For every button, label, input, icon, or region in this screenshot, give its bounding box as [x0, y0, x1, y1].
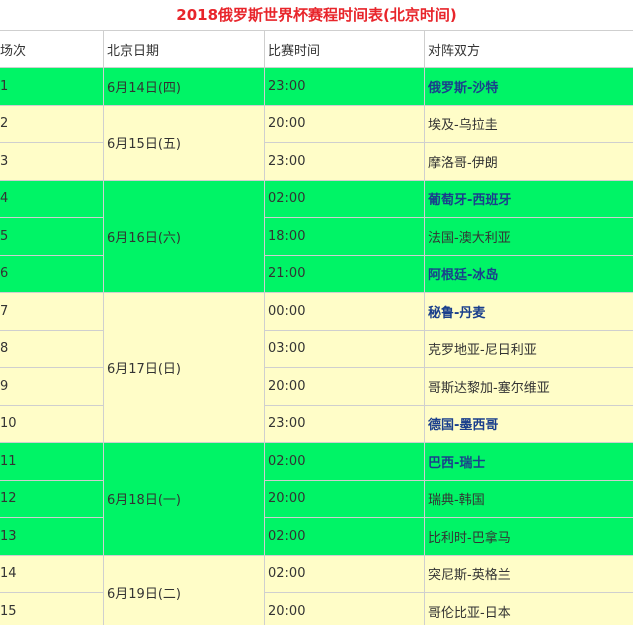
table-row: 12 20:00 瑞典-韩国 [0, 479, 633, 518]
table-row: 3 23:00 摩洛哥-伊朗 [0, 142, 633, 181]
schedule-table: 场次 北京日期 比赛时间 对阵双方 1 6月14日(四) 23:00 俄罗斯-沙特 2 6… [0, 30, 633, 625]
match-number-cell: 7 [0, 292, 104, 331]
column-header-date: 北京日期 [103, 30, 265, 68]
match-time-cell: 02:00 [264, 442, 425, 481]
teams-cell: 法国-澳大利亚 [424, 217, 633, 256]
teams-cell: 哥斯达黎加-塞尔维亚 [424, 367, 633, 406]
table-row: 7 6月17日(日) 00:00 秘鲁-丹麦 [0, 292, 633, 443]
table-row: 1 6月14日(四) 23:00 俄罗斯-沙特 [0, 67, 633, 106]
match-time-cell: 02:00 [264, 554, 425, 593]
match-number-cell: 10 [0, 404, 104, 443]
date-cell: 6月15日(五) [103, 104, 265, 181]
match-time-cell: 18:00 [264, 217, 425, 256]
column-header-teams: 对阵双方 [424, 30, 633, 68]
match-time-cell: 03:00 [264, 329, 425, 368]
match-number-cell: 8 [0, 329, 104, 368]
match-time-cell: 00:00 [264, 292, 425, 331]
date-cell: 6月18日(一) [103, 442, 265, 556]
teams-cell[interactable]: 阿根廷-冰岛 [424, 254, 633, 293]
match-time-cell: 20:00 [264, 104, 425, 143]
teams-cell: 克罗地亚-尼日利亚 [424, 329, 633, 368]
table-row: 14 6月19日(二) 02:00 突尼斯-英格兰 [0, 554, 633, 625]
date-cell: 6月16日(六) [103, 179, 265, 293]
date-cell: 6月17日(日) [103, 292, 265, 443]
match-time-cell: 02:00 [264, 179, 425, 218]
match-time-cell: 23:00 [264, 404, 425, 443]
match-time-cell: 23:00 [264, 142, 425, 181]
table-row: 9 20:00 哥斯达黎加-塞尔维亚 [0, 367, 633, 406]
teams-cell[interactable]: 巴西-瑞士 [424, 442, 633, 481]
date-cell: 6月14日(四) [103, 67, 265, 106]
match-number-cell: 9 [0, 367, 104, 406]
match-number-cell: 11 [0, 442, 104, 481]
teams-cell: 瑞典-韩国 [424, 479, 633, 518]
column-header-time: 比赛时间 [264, 30, 425, 68]
column-header-match-no: 场次 [0, 30, 104, 68]
teams-cell[interactable]: 葡萄牙-西班牙 [424, 179, 633, 218]
table-row: 2 6月15日(五) 20:00 埃及-乌拉圭 [0, 104, 633, 181]
match-number-cell: 6 [0, 254, 104, 293]
match-number-cell: 15 [0, 592, 104, 625]
schedule-page: 2018俄罗斯世界杯赛程时间表(北京时间) 场次 北京日期 比赛时间 对阵双方 … [0, 0, 633, 625]
teams-cell: 摩洛哥-伊朗 [424, 142, 633, 181]
match-time-cell: 20:00 [264, 367, 425, 406]
match-number-cell: 1 [0, 67, 104, 106]
table-row: 6 21:00 阿根廷-冰岛 [0, 254, 633, 293]
match-number-cell: 13 [0, 517, 104, 556]
teams-cell: 比利时-巴拿马 [424, 517, 633, 556]
table-row: 10 23:00 德国-墨西哥 [0, 404, 633, 443]
table-row: 15 20:00 哥伦比亚-日本 [0, 592, 633, 625]
date-cell: 6月19日(二) [103, 554, 265, 625]
table-row: 13 02:00 比利时-巴拿马 [0, 517, 633, 556]
table-row: 5 18:00 法国-澳大利亚 [0, 217, 633, 256]
match-time-cell: 20:00 [264, 479, 425, 518]
teams-cell: 突尼斯-英格兰 [424, 554, 633, 593]
match-number-cell: 4 [0, 179, 104, 218]
match-time-cell: 02:00 [264, 517, 425, 556]
teams-cell[interactable]: 德国-墨西哥 [424, 404, 633, 443]
match-number-cell: 3 [0, 142, 104, 181]
match-number-cell: 12 [0, 479, 104, 518]
teams-cell: 埃及-乌拉圭 [424, 104, 633, 143]
match-time-cell: 21:00 [264, 254, 425, 293]
match-number-cell: 5 [0, 217, 104, 256]
table-header-row: 场次 北京日期 比赛时间 对阵双方 [0, 30, 633, 68]
match-time-cell: 23:00 [264, 67, 425, 106]
teams-cell: 哥伦比亚-日本 [424, 592, 633, 625]
page-title: 2018俄罗斯世界杯赛程时间表(北京时间) [176, 6, 457, 24]
teams-cell[interactable]: 俄罗斯-沙特 [424, 67, 633, 106]
teams-cell[interactable]: 秘鲁-丹麦 [424, 292, 633, 331]
match-number-cell: 2 [0, 104, 104, 143]
match-number-cell: 14 [0, 554, 104, 593]
match-time-cell: 20:00 [264, 592, 425, 625]
table-row: 11 6月18日(一) 02:00 巴西-瑞士 [0, 442, 633, 556]
table-row: 4 6月16日(六) 02:00 葡萄牙-西班牙 [0, 179, 633, 293]
table-row: 8 03:00 克罗地亚-尼日利亚 [0, 329, 633, 368]
schedule-body: 1 6月14日(四) 23:00 俄罗斯-沙特 2 6月15日(五) 20:00 埃及-乌拉圭… [0, 67, 633, 625]
